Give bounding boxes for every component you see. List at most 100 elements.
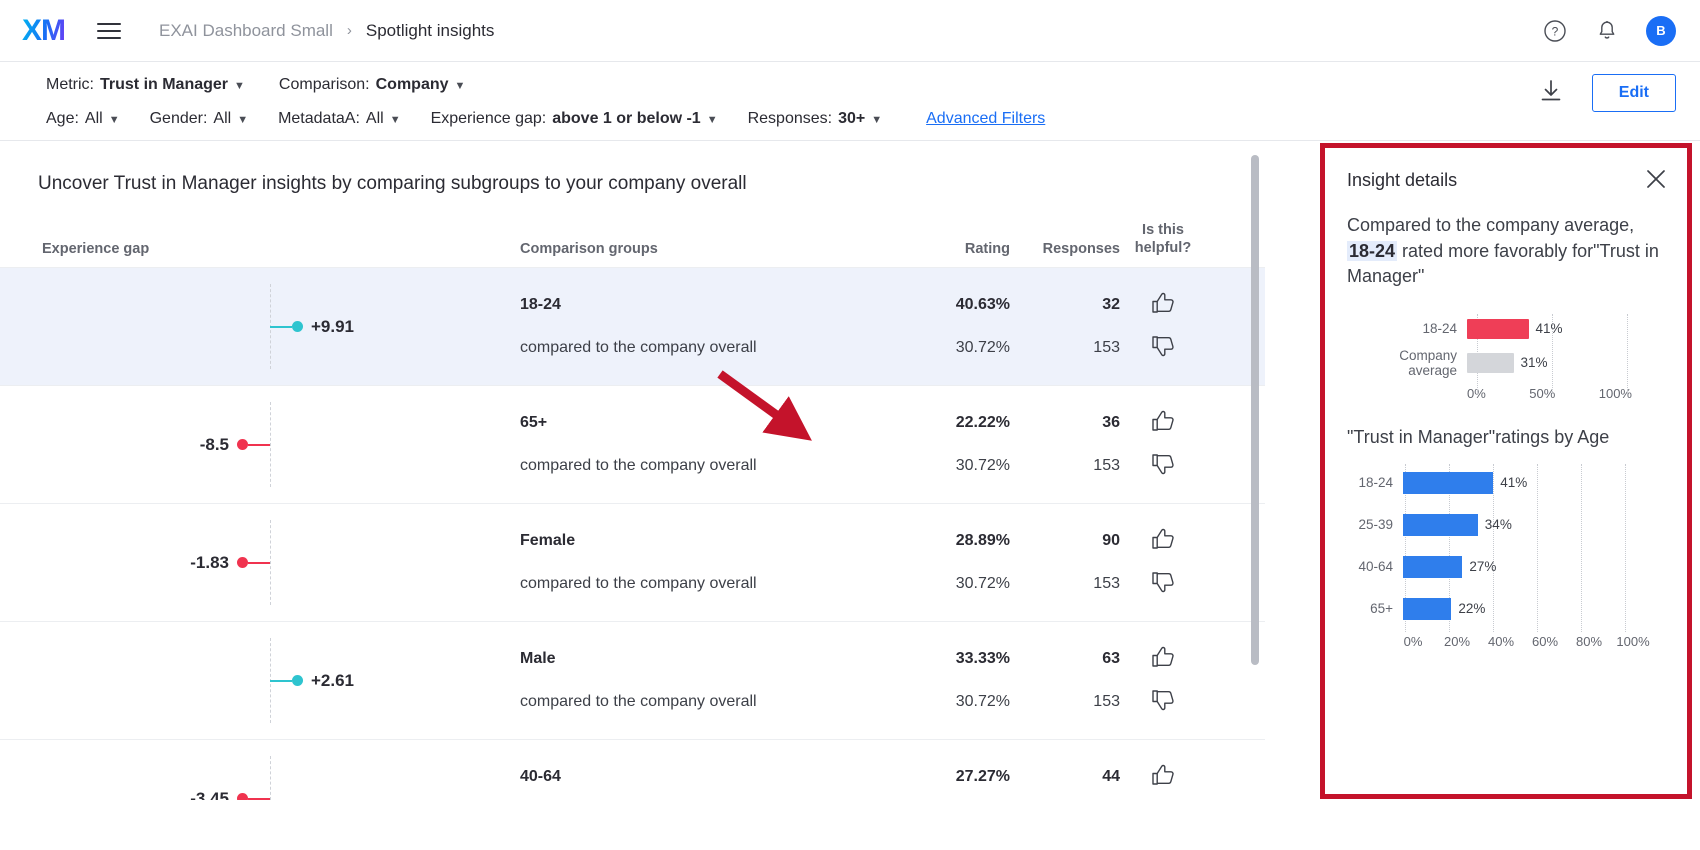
rating-cell: 27.27%30.72%	[890, 768, 1010, 800]
thumbs-down-icon[interactable]	[1150, 334, 1176, 363]
help-icon[interactable]: ?	[1542, 18, 1568, 44]
thumbs-up-icon[interactable]	[1150, 645, 1176, 674]
experience-gap-cell: -8.5	[0, 386, 520, 503]
comparison-chart-bar-row: Company average 31%	[1355, 346, 1661, 380]
thumbs-up-icon[interactable]	[1150, 291, 1176, 320]
responses-filter[interactable]: Responses: 30+ ▼	[748, 110, 883, 128]
experience-gap-cell: +9.91	[0, 268, 520, 385]
chevron-right-icon: ›	[346, 22, 352, 39]
comparison-group-cell: Male compared to the company overall	[520, 650, 890, 711]
content-area: Uncover Trust in Manager insights by com…	[0, 141, 1700, 800]
metadata-filter[interactable]: MetadataA: All ▼	[278, 110, 401, 128]
age-chart-tick-label: 80%	[1575, 633, 1603, 649]
experience-gap-filter[interactable]: Experience gap: above 1 or below -1 ▼	[431, 110, 718, 128]
chevron-down-icon: ▼	[871, 114, 883, 126]
insights-table-body: +9.91 18-24 compared to the company overal…	[0, 267, 1265, 800]
thumbs-down-icon[interactable]	[1150, 570, 1176, 599]
helpful-header-line2: helpful?	[1134, 240, 1192, 257]
thumbs-up-icon[interactable]	[1150, 527, 1176, 556]
helpful-cell	[1120, 409, 1220, 481]
table-row[interactable]: +9.91 18-24 compared to the company overal…	[0, 267, 1265, 386]
comparison-chart-value-label: 31%	[1520, 355, 1548, 371]
column-header-is-this-helpful: Is this helpful?	[1120, 221, 1220, 257]
comparison-filter[interactable]: Comparison: Company ▼	[279, 76, 466, 94]
rating-value: 33.33%	[955, 650, 1010, 668]
comparison-chart-track: 41%	[1467, 312, 1617, 346]
age-chart-title: "Trust in Manager"ratings by Age	[1347, 426, 1610, 447]
age-chart-tick-label: 60%	[1531, 633, 1559, 649]
experience-gap-marker: +9.91	[270, 317, 354, 337]
hamburger-menu-icon[interactable]	[97, 18, 121, 44]
chevron-down-icon: ▼	[454, 80, 466, 92]
age-chart-bar-row: 40-64 27%	[1355, 546, 1661, 588]
age-chart-x-axis: 0% 20% 40% 60% 80% 100%	[1404, 633, 1650, 654]
age-chart-tick-label: 100%	[1616, 633, 1650, 649]
insight-text-highlight: 18-24	[1347, 240, 1398, 261]
gap-axis-line	[270, 520, 271, 606]
comparison-group-subtext: compared to the company overall	[520, 693, 757, 711]
chevron-down-icon: ▼	[237, 114, 249, 126]
notifications-bell-icon[interactable]	[1594, 18, 1620, 44]
edit-button[interactable]: Edit	[1591, 74, 1676, 112]
table-row[interactable]: +2.61 Male compared to the company overall…	[0, 621, 1265, 739]
comparison-group-cell: 40-64compared to the company overall	[520, 768, 890, 800]
rating-value: 27.27%	[955, 768, 1010, 786]
insights-table-wrapper: Uncover Trust in Manager insights by com…	[0, 141, 1265, 800]
age-chart-bar	[1403, 555, 1463, 578]
scrollbar-track[interactable]	[1251, 155, 1259, 785]
age-chart-value-label: 41%	[1500, 475, 1528, 491]
rating-value: 40.63%	[955, 296, 1010, 314]
age-chart-tick-label: 40%	[1487, 633, 1515, 649]
scrollbar-thumb[interactable]	[1251, 155, 1259, 665]
gender-filter-label: Gender:	[149, 110, 208, 127]
avatar[interactable]: B	[1646, 15, 1676, 46]
table-row[interactable]: -8.5 65+ compared to the company overall 22…	[0, 385, 1265, 503]
xm-logo[interactable]: XM	[22, 15, 66, 46]
experience-gap-value: -8.5	[199, 434, 229, 454]
insight-summary-text: Compared to the company average, 18-24 r…	[1347, 213, 1661, 290]
page-title: Uncover Trust in Manager insights by com…	[38, 173, 747, 194]
age-filter[interactable]: Age: All ▼	[46, 110, 120, 128]
thumbs-down-icon[interactable]	[1150, 452, 1176, 481]
experience-gap-marker: -1.83	[190, 553, 270, 573]
advanced-filters-link[interactable]: Advanced Filters	[926, 110, 1045, 128]
column-header-comparison-groups: Comparison groups	[520, 241, 658, 258]
responses-value: 44	[1102, 768, 1120, 786]
column-header-rating: Rating	[964, 241, 1010, 258]
helpful-cell	[1120, 527, 1220, 599]
gender-filter-value: All	[213, 110, 232, 127]
comparison-group-subtext: compared to the company overall	[520, 339, 757, 357]
responses-value: 32	[1102, 296, 1120, 314]
gender-filter[interactable]: Gender: All ▼	[150, 110, 248, 128]
age-chart-tick-label: 0%	[1403, 633, 1423, 649]
thumbs-up-icon[interactable]	[1150, 763, 1176, 792]
experience-gap-cell: -3.45	[0, 740, 520, 800]
responses-cell: 36 153	[1010, 414, 1120, 475]
breadcrumb: EXAI Dashboard Small › Spotlight insight…	[159, 21, 494, 41]
metadata-filter-value: All	[365, 110, 384, 127]
metric-filter[interactable]: Metric: Trust in Manager ▼	[46, 76, 245, 94]
column-header-experience-gap: Experience gap	[42, 241, 150, 258]
close-icon[interactable]	[1645, 168, 1667, 195]
filter-bar-actions: Edit	[1538, 74, 1676, 112]
comparison-chart-track: 31%	[1467, 346, 1617, 380]
thumbs-up-icon[interactable]	[1150, 409, 1176, 438]
age-chart-category-label: 65+	[1370, 601, 1393, 617]
age-chart-track: 22%	[1403, 588, 1633, 630]
age-chart-category-label: 40-64	[1358, 559, 1393, 575]
download-icon[interactable]	[1538, 78, 1564, 109]
age-chart-bars: 18-24 41% 25-39 34% 40-64 27% 65+ 22%	[1355, 462, 1661, 630]
helpful-header-line1: Is this	[1142, 222, 1184, 238]
comparison-chart-value-label: 41%	[1535, 321, 1563, 337]
table-row[interactable]: -1.83 Female compared to the company overa…	[0, 503, 1265, 621]
table-scrollbar[interactable]	[1251, 155, 1259, 785]
thumbs-down-icon[interactable]	[1150, 688, 1176, 717]
table-row[interactable]: -3.45 40-64compared to the company overal…	[0, 739, 1265, 800]
age-chart-tick-label: 20%	[1443, 633, 1471, 649]
comparison-group-subtext: compared to the company overall	[520, 575, 757, 593]
age-chart-value-label: 34%	[1484, 517, 1512, 533]
breadcrumb-parent[interactable]: EXAI Dashboard Small	[159, 21, 333, 41]
experience-gap-value: +2.61	[311, 670, 355, 690]
age-ratings-bar-chart: 18-24 41% 25-39 34% 40-64 27% 65+ 22% 0% 20% 40% 6…	[1347, 462, 1661, 654]
comparison-filter-label: Comparison:	[278, 76, 370, 93]
